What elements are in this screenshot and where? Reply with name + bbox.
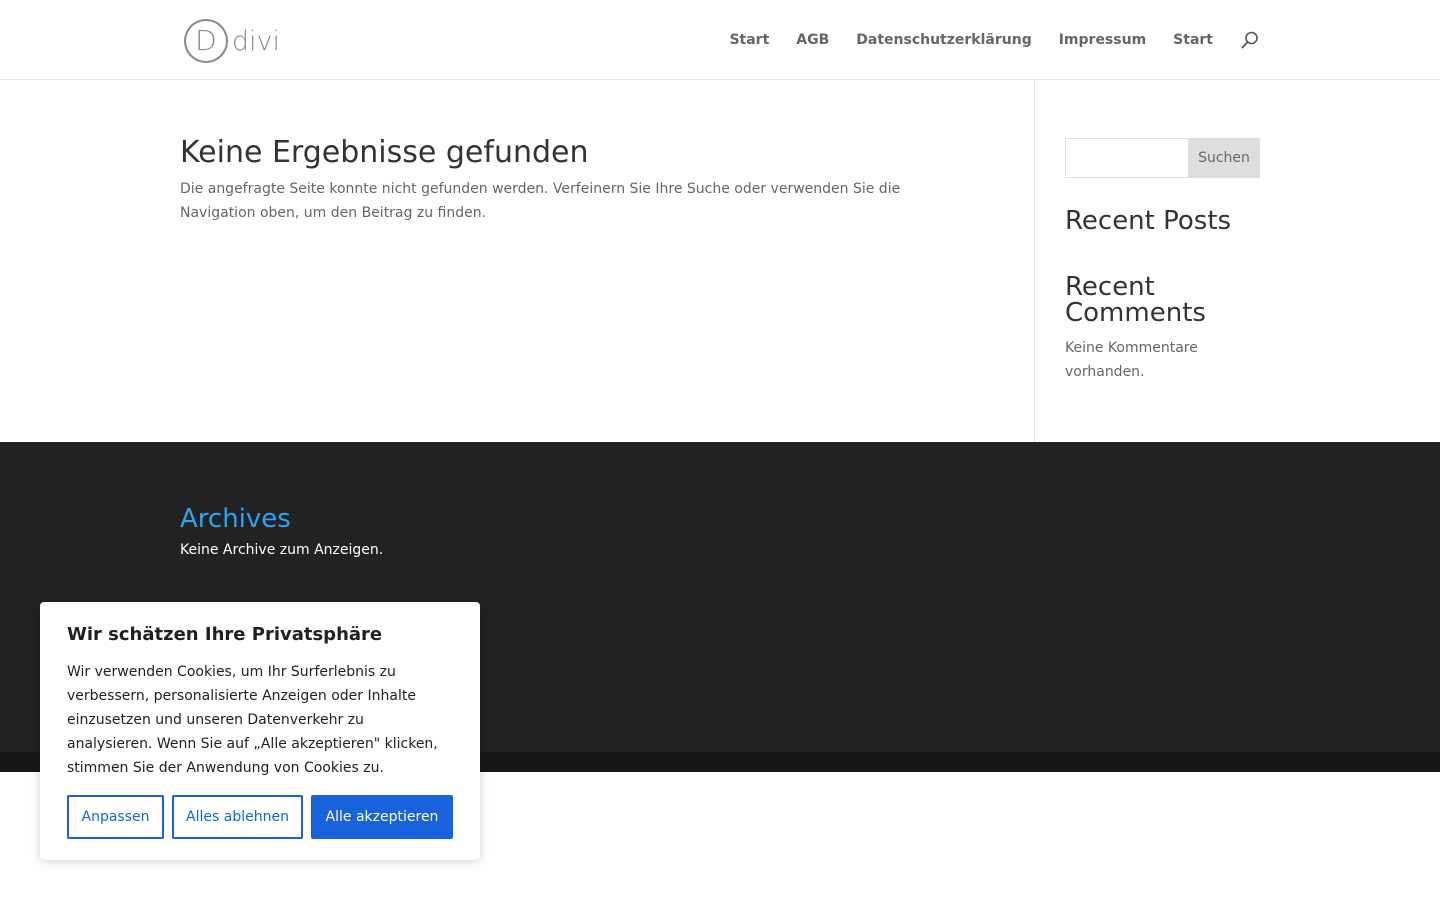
main-content: Keine Ergebnisse gefunden Die angefragte… bbox=[180, 135, 940, 225]
search-icon[interactable] bbox=[1240, 30, 1260, 50]
sidebar: Suchen Recent Posts Recent Comments Kein… bbox=[1065, 138, 1260, 384]
recent-comments-title: Recent Comments bbox=[1065, 272, 1206, 328]
recent-comments-text: Keine Kommentare vorhanden. bbox=[1065, 340, 1198, 380]
sidebar-search: Suchen bbox=[1065, 138, 1260, 178]
footer-archives: Archives Keine Archive zum Anzeigen. bbox=[180, 504, 383, 562]
main-navigation: Start AGB Datenschutzerklärung Impressum… bbox=[729, 30, 1260, 50]
logo-letter: D bbox=[195, 24, 217, 57]
page-message: Die angefragte Seite konnte nicht gefund… bbox=[180, 181, 901, 221]
cookie-text: Wir verwenden Cookies, um Ihr Surferlebn… bbox=[67, 664, 438, 776]
site-logo[interactable]: D divi bbox=[184, 18, 280, 64]
cookie-customize-button[interactable]: Anpassen bbox=[67, 795, 164, 839]
cookie-accept-button[interactable]: Alle akzeptieren bbox=[311, 795, 453, 839]
nav-item-start-2[interactable]: Start bbox=[1173, 30, 1213, 50]
nav-item-agb[interactable]: AGB bbox=[796, 30, 829, 50]
sidebar-search-button[interactable]: Suchen bbox=[1188, 138, 1260, 178]
logo-mark: D bbox=[184, 19, 228, 63]
recent-posts-title: Recent Posts bbox=[1065, 206, 1232, 236]
archives-title: Archives bbox=[180, 504, 291, 534]
logo-text: divi bbox=[231, 25, 280, 57]
nav-item-impressum[interactable]: Impressum bbox=[1059, 30, 1146, 50]
page-title: Keine Ergebnisse gefunden bbox=[180, 135, 589, 170]
nav-item-start[interactable]: Start bbox=[729, 30, 769, 50]
cookie-buttons: Anpassen Alles ablehnen Alle akzeptieren bbox=[67, 795, 453, 839]
main-area: Keine Ergebnisse gefunden Die angefragte… bbox=[0, 81, 1440, 442]
sidebar-divider bbox=[1034, 81, 1035, 442]
cookie-title: Wir schätzen Ihre Privatsphäre bbox=[67, 624, 383, 645]
sidebar-search-input[interactable] bbox=[1065, 138, 1188, 178]
nav-item-datenschutz[interactable]: Datenschutzerklärung bbox=[856, 30, 1031, 50]
site-header: D divi Start AGB Datenschutzerklärung Im… bbox=[0, 0, 1440, 80]
cookie-reject-button[interactable]: Alles ablehnen bbox=[172, 795, 303, 839]
archives-text: Keine Archive zum Anzeigen. bbox=[180, 542, 384, 558]
cookie-consent-banner: Wir schätzen Ihre Privatsphäre Wir verwe… bbox=[40, 602, 480, 860]
